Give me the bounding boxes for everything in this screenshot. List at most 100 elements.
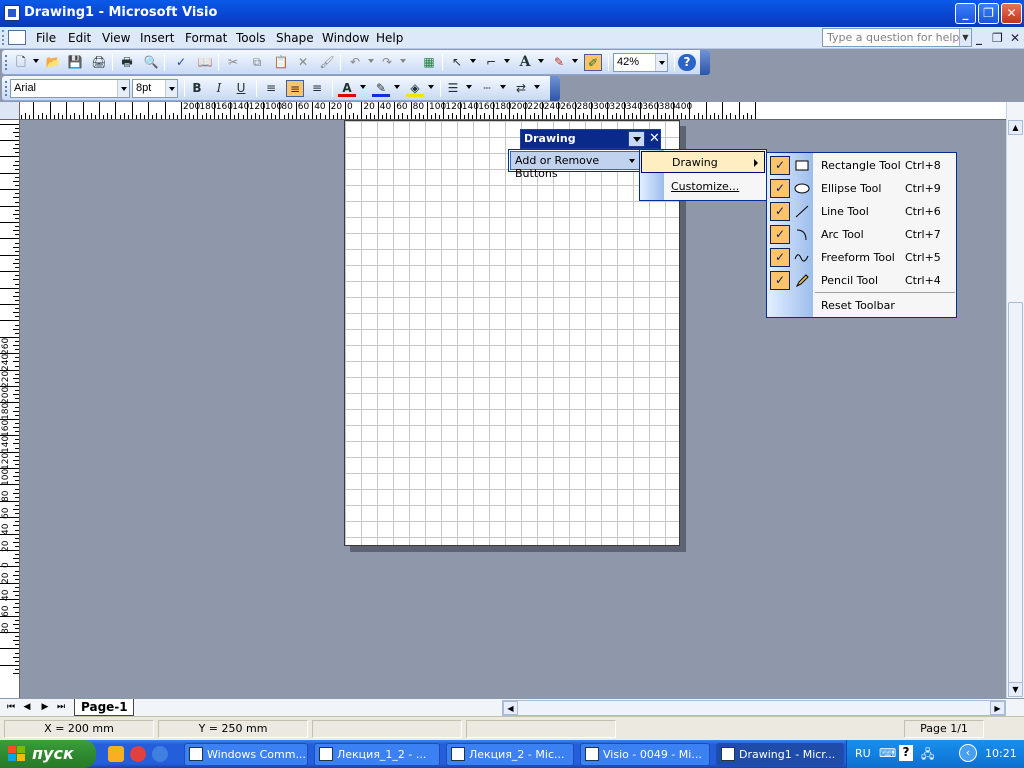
- page-tab[interactable]: Page-1: [74, 699, 134, 716]
- redo-icon[interactable]: ↷: [378, 54, 396, 71]
- zoom-dropdown-arrow[interactable]: [655, 54, 667, 71]
- spelling-icon[interactable]: ✓: [172, 54, 190, 71]
- drawing-tools-icon[interactable]: ✐: [584, 54, 602, 71]
- first-page-icon[interactable]: ⏮: [4, 701, 18, 714]
- tool-item-line[interactable]: ✓ Line Tool Ctrl+6: [768, 200, 955, 223]
- tool-item-freeform[interactable]: ✓ Freeform Tool Ctrl+5: [768, 246, 955, 269]
- vertical-scroll-thumb[interactable]: [1008, 302, 1023, 687]
- align-left-icon[interactable]: ≡: [262, 80, 280, 97]
- tool-item-ellipse[interactable]: ✓ Ellipse Tool Ctrl+9: [768, 177, 955, 200]
- connector-dropdown-arrow[interactable]: [504, 59, 510, 63]
- underline-icon[interactable]: U: [232, 80, 250, 97]
- menu-help[interactable]: Help: [376, 31, 403, 45]
- submenu-customize-item[interactable]: Customize...: [641, 176, 765, 198]
- horizontal-ruler[interactable]: 200 180 160 140 120 100 80 60 40 20 0 20 40 60 80 100 12…: [20, 102, 1006, 120]
- doc-close-button[interactable]: ✕: [1010, 31, 1020, 45]
- line-weight-icon[interactable]: ☰: [444, 80, 462, 97]
- task-windows-commander[interactable]: Windows Comm...: [184, 743, 308, 766]
- scroll-up-arrow[interactable]: ▲: [1008, 120, 1023, 135]
- line-color-icon[interactable]: ✎: [372, 80, 390, 97]
- menu-tools[interactable]: Tools: [236, 31, 266, 45]
- submenu-drawing-item[interactable]: Drawing: [641, 151, 765, 173]
- fill-color-icon[interactable]: ◈: [406, 80, 424, 97]
- menu-shape[interactable]: Shape: [276, 31, 314, 45]
- scroll-left-arrow[interactable]: ◀: [503, 701, 518, 715]
- line-color-tool-icon[interactable]: ✎: [550, 54, 568, 71]
- line-weight-dropdown-arrow[interactable]: [466, 85, 472, 89]
- menu-insert[interactable]: Insert: [140, 31, 174, 45]
- reset-toolbar-item[interactable]: Reset Toolbar: [768, 294, 955, 317]
- task-lecture-1-2[interactable]: Лекция_1_2 - ...: [314, 743, 440, 766]
- doc-restore-button[interactable]: ❐: [992, 31, 1003, 45]
- help-icon[interactable]: ?: [678, 54, 696, 71]
- prev-page-icon[interactable]: ◀: [20, 701, 34, 714]
- help-tray-icon[interactable]: ?: [899, 745, 913, 761]
- print-preview-icon[interactable]: 🔍: [142, 54, 160, 71]
- media-player-icon[interactable]: [130, 746, 146, 762]
- font-color-dropdown-arrow[interactable]: [360, 85, 366, 89]
- line-color-dropdown-arrow[interactable]: [394, 85, 400, 89]
- font-size-select[interactable]: 8pt: [132, 79, 178, 98]
- minimize-button[interactable]: _: [955, 3, 976, 24]
- help-search-input[interactable]: Type a question for help ▼: [822, 28, 972, 47]
- close-button[interactable]: ✕: [1001, 3, 1022, 24]
- keyboard-icon[interactable]: ⌨: [879, 746, 896, 760]
- menu-format[interactable]: Format: [185, 31, 227, 45]
- start-button[interactable]: пуск: [0, 740, 96, 768]
- add-remove-buttons-menu[interactable]: Add or Remove Buttons: [508, 149, 642, 180]
- undo-icon[interactable]: ↶: [346, 54, 364, 71]
- align-center-icon[interactable]: ≡: [286, 80, 304, 97]
- tool-item-rectangle[interactable]: ✓ Rectangle Tool Ctrl+8: [768, 154, 955, 177]
- vertical-ruler[interactable]: 260 240 220 200 180 160 140 120 100 80 60 40 20 0 20 40…: [0, 120, 20, 698]
- quicklaunch-icon[interactable]: [108, 746, 124, 762]
- help-dropdown-arrow[interactable]: ▼: [959, 29, 971, 46]
- add-remove-buttons-item[interactable]: Add or Remove Buttons: [510, 151, 640, 180]
- drawing-floating-toolbar[interactable]: Drawing ✕: [520, 129, 661, 149]
- menu-window[interactable]: Window: [322, 31, 369, 45]
- toolbar-options-icon[interactable]: [700, 50, 710, 75]
- scroll-down-arrow[interactable]: ▼: [1008, 682, 1023, 697]
- tool-item-pencil[interactable]: ✓ Pencil Tool Ctrl+4: [768, 269, 955, 292]
- text-tool-icon[interactable]: A: [516, 54, 534, 71]
- print-icon[interactable]: 🖶: [118, 54, 136, 71]
- toolbar-grip[interactable]: [5, 55, 8, 70]
- line-pattern-dropdown-arrow[interactable]: [500, 85, 506, 89]
- scroll-right-arrow[interactable]: ▶: [990, 701, 1005, 715]
- toolbar-options-dropdown[interactable]: [628, 131, 645, 147]
- bold-icon[interactable]: B: [188, 80, 206, 97]
- task-visio-0049[interactable]: Visio - 0049 - Mi...: [580, 743, 710, 766]
- line-pattern-icon[interactable]: ┄: [478, 80, 496, 97]
- fill-color-dropdown-arrow[interactable]: [428, 85, 434, 89]
- visio-app-icon[interactable]: [4, 5, 20, 21]
- permission-icon[interactable]: 🖨: [90, 54, 108, 71]
- line-tool-dropdown-arrow[interactable]: [572, 59, 578, 63]
- undo-dropdown-arrow[interactable]: [368, 59, 374, 63]
- horizontal-scrollbar[interactable]: ◀ ▶: [502, 700, 1006, 716]
- font-color-icon[interactable]: A: [338, 80, 356, 97]
- network-icon[interactable]: 🖧: [921, 745, 934, 766]
- last-page-icon[interactable]: ⏭: [54, 701, 68, 714]
- tool-item-arc[interactable]: ✓ Arc Tool Ctrl+7: [768, 223, 955, 246]
- drawing-toolbar-close-icon[interactable]: ✕: [648, 131, 661, 147]
- research-icon[interactable]: 📖: [196, 54, 214, 71]
- save-icon[interactable]: 💾: [66, 54, 84, 71]
- expand-tray-icon[interactable]: ‹: [959, 744, 977, 762]
- menu-edit[interactable]: Edit: [68, 31, 91, 45]
- italic-icon[interactable]: I: [210, 80, 228, 97]
- zoom-select[interactable]: 42%: [613, 53, 668, 72]
- font-size-dropdown-arrow[interactable]: [165, 80, 177, 97]
- open-icon[interactable]: 📂: [44, 54, 62, 71]
- line-ends-icon[interactable]: ⇄: [512, 80, 530, 97]
- delete-icon[interactable]: ✕: [294, 54, 312, 71]
- task-drawing1[interactable]: Drawing1 - Micr...: [716, 743, 844, 766]
- menu-file[interactable]: File: [36, 31, 56, 45]
- paste-icon[interactable]: 📋: [272, 54, 290, 71]
- format-painter-icon[interactable]: 🖌: [318, 54, 336, 71]
- toolbar-grip[interactable]: [5, 81, 8, 96]
- ruler-corner[interactable]: [0, 102, 20, 120]
- new-icon[interactable]: 🗋: [12, 54, 30, 71]
- language-indicator[interactable]: RU: [855, 747, 871, 760]
- pointer-dropdown-arrow[interactable]: [470, 59, 476, 63]
- drawing-page[interactable]: [344, 120, 680, 546]
- text-dropdown-arrow[interactable]: [538, 59, 544, 63]
